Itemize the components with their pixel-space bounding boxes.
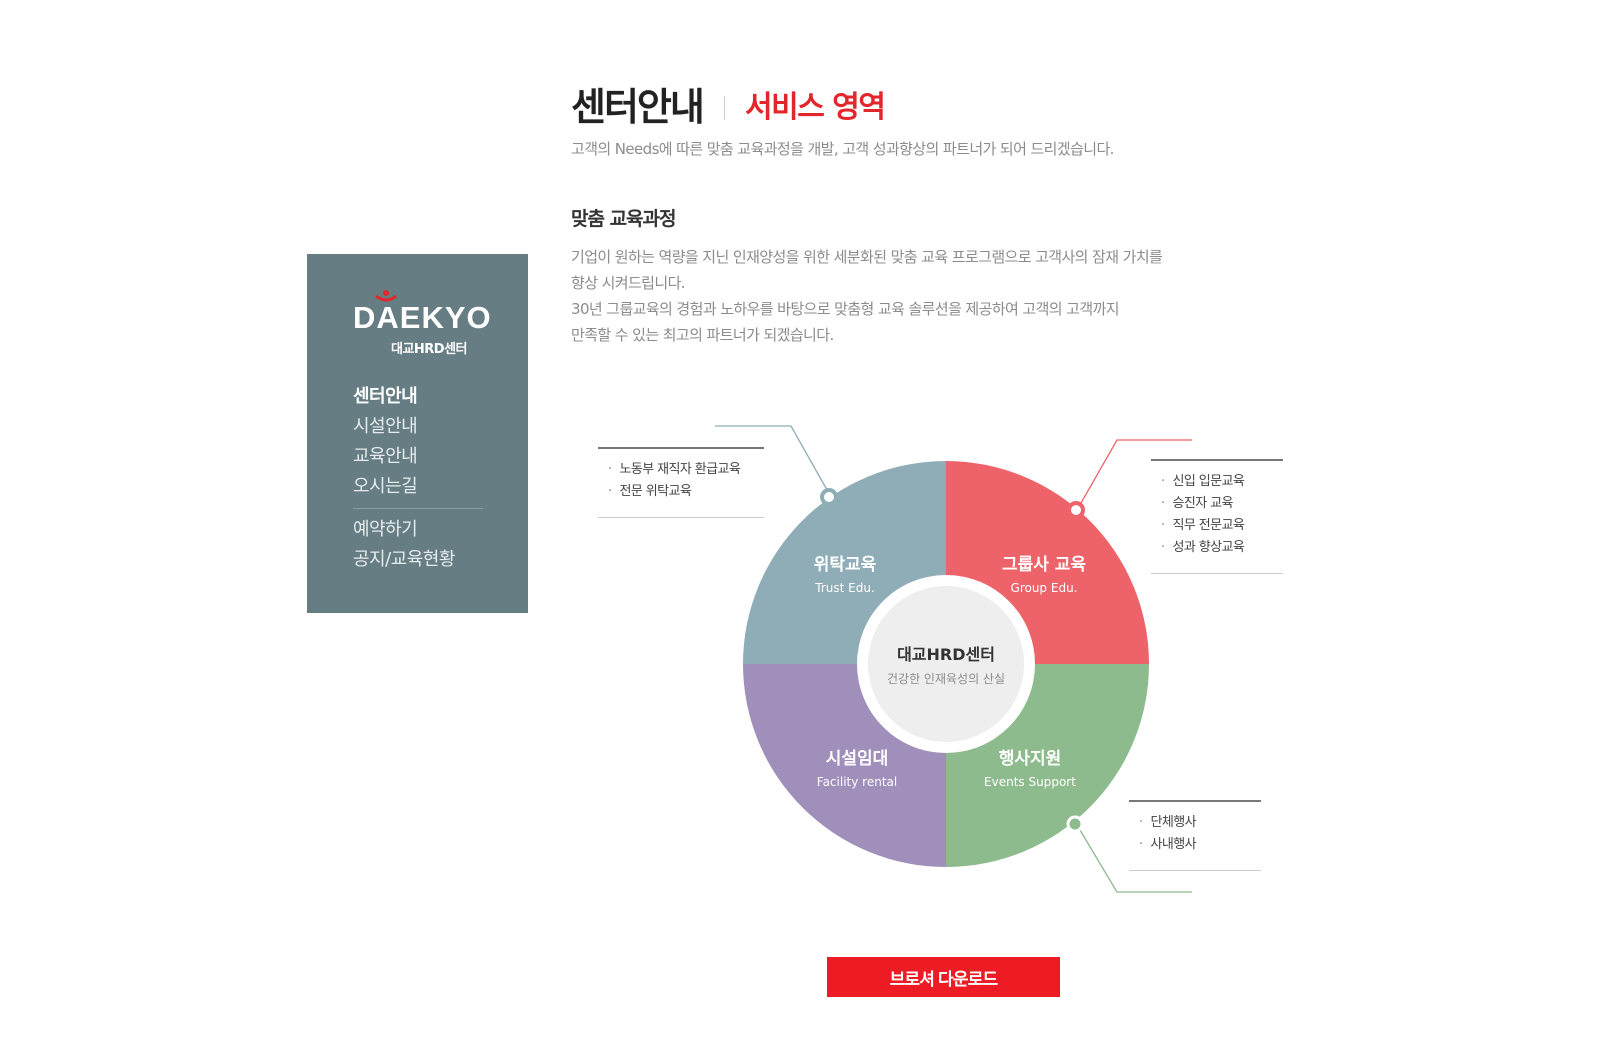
quadrant-trust [743, 461, 946, 664]
connector-dot-group [1067, 501, 1085, 519]
center-circle-ring [857, 575, 1035, 753]
quadrant-group-title: 그룹사 교육 [1002, 555, 1086, 575]
section-line: 향상 시켜드립니다. [571, 274, 686, 292]
section-line: 30년 그룹교육의 경험과 노하우를 바탕으로 맞춤형 교육 솔루션을 제공하여… [571, 300, 1120, 318]
note-item: 신입 입문교육 [1161, 471, 1283, 493]
connector-dot-trust [820, 488, 838, 506]
quadrant-facility-title: 시설임대 [826, 748, 889, 769]
logo-subtitle: 대교HRD센터 [391, 342, 468, 357]
sidebar: DAEKYO 대교HRD센터 센터안내 시설안내 교육안내 오시는길 예약하기 … [307, 254, 528, 613]
sidebar-item-facility-info[interactable]: 시설안내 [353, 412, 483, 442]
section-title: 맞춤 교육과정 [571, 208, 676, 230]
quadrant-facility-sub: Facility rental [817, 775, 897, 789]
quadrant-group-sub: Group Edu. [1011, 581, 1078, 595]
sidebar-item-directions[interactable]: 오시는길 [353, 472, 483, 502]
section-line: 만족할 수 있는 최고의 파트너가 되겠습니다. [571, 326, 834, 344]
center-subtitle: 건강한 인재육성의 산실 [887, 672, 1005, 686]
connector-events [1076, 824, 1192, 893]
sidebar-item-reservation[interactable]: 예약하기 [353, 515, 483, 545]
connector-trust [715, 425, 832, 498]
title-divider [724, 96, 725, 120]
section-line: 기업이 원하는 역량을 지닌 인재양성을 위한 세분화된 맞춤 교육 프로그램으… [571, 248, 1163, 266]
sidebar-menu: 센터안내 시설안내 교육안내 오시는길 예약하기 공지/교육현황 [353, 382, 483, 575]
quadrant-events-title: 행사지원 [999, 749, 1062, 769]
center-title: 대교HRD센터 [897, 645, 995, 664]
section-body: 기업이 원하는 역량을 지닌 인재양성을 위한 세분화된 맞춤 교육 프로그램으… [571, 244, 1191, 348]
note-item: 단체행사 [1139, 812, 1261, 834]
sidebar-item-notice[interactable]: 공지/교육현황 [353, 545, 483, 575]
note-box-group: 신입 입문교육 승진자 교육 직무 전문교육 성과 향상교육 [1151, 459, 1283, 574]
quadrant-trust-sub: Trust Edu. [814, 581, 875, 595]
note-box-events: 단체행사 사내행사 [1129, 800, 1261, 871]
note-item: 성과 향상교육 [1161, 537, 1283, 559]
sidebar-item-center-info[interactable]: 센터안내 [353, 382, 483, 412]
note-item: 사내행사 [1139, 834, 1261, 856]
note-item: 노동부 재직자 환급교육 [608, 459, 764, 481]
note-box-trust: 노동부 재직자 환급교육 전문 위탁교육 [598, 447, 764, 518]
sidebar-item-education-info[interactable]: 교육안내 [353, 442, 483, 472]
page-subtitle: 서비스 영역 [745, 90, 886, 125]
quadrant-trust-title: 위탁교육 [814, 555, 877, 575]
logo-wordmark: DAEKYO [353, 300, 492, 335]
quadrant-group [946, 461, 1149, 664]
brochure-download-button[interactable]: 브로셔 다운로드 [827, 957, 1060, 997]
quadrant-facility [743, 664, 946, 867]
connector-dot-events [1066, 815, 1084, 833]
center-circle [868, 586, 1024, 742]
note-item: 승진자 교육 [1161, 493, 1283, 515]
menu-divider [353, 508, 483, 509]
note-item: 전문 위탁교육 [608, 481, 764, 503]
daekyo-logo[interactable]: DAEKYO 대교HRD센터 [353, 290, 491, 360]
page-title: 센터안내 [571, 85, 705, 129]
note-item: 직무 전문교육 [1161, 515, 1283, 537]
quadrant-events-sub: Events Support [984, 775, 1076, 789]
quadrant-events [946, 664, 1149, 867]
page-description: 고객의 Needs에 따른 맞춤 교육과정을 개발, 고객 성과향상의 파트너가… [571, 140, 1114, 158]
connector-group [1076, 439, 1192, 511]
